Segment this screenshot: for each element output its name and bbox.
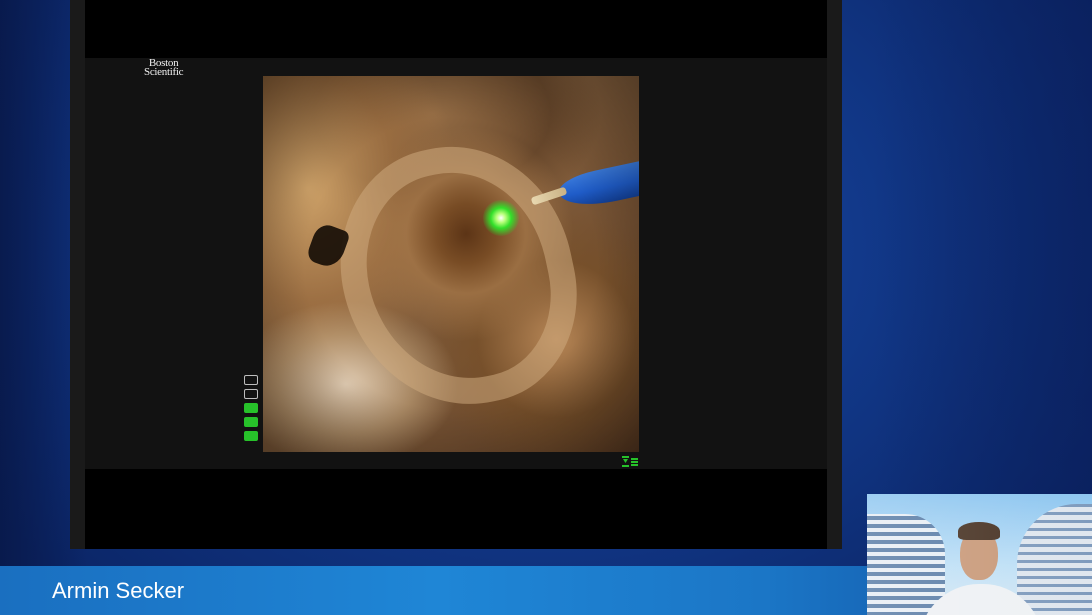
endoscopic-image [263, 76, 639, 452]
level-segment [244, 417, 258, 427]
level-segment [244, 403, 258, 413]
brand-logo-line2: Scientific [144, 66, 184, 78]
level-segment [244, 389, 258, 399]
level-segment [244, 375, 258, 385]
speaker-name: Armin Secker [52, 578, 185, 603]
laser-mode-icon [622, 456, 638, 467]
level-meter [244, 375, 260, 441]
webcam-feed[interactable] [867, 494, 1092, 615]
webcam-overlay [867, 494, 1092, 615]
brand-logo: Boston Scientific [144, 58, 184, 78]
level-segment [244, 431, 258, 441]
image-vignette [263, 76, 639, 452]
